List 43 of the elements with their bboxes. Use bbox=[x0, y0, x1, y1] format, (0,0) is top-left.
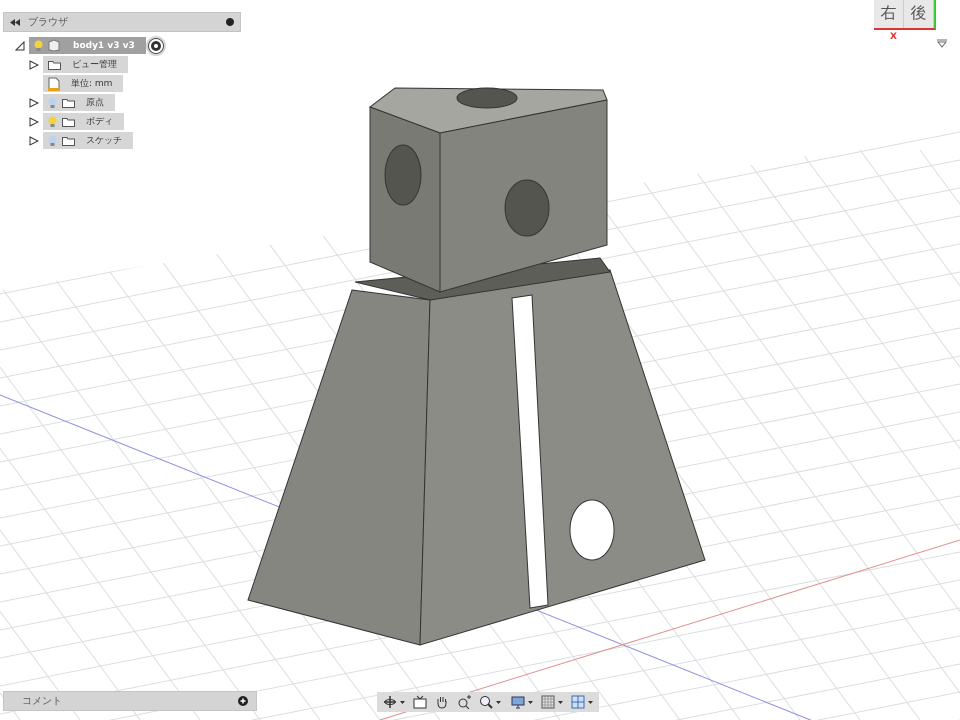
tree-item[interactable]: ビュー管理 bbox=[43, 56, 128, 73]
document-icon bbox=[48, 76, 60, 90]
monitor-icon bbox=[511, 695, 525, 709]
tree-item[interactable]: 原点 bbox=[43, 94, 115, 111]
cube-face[interactable]: 右 bbox=[874, 0, 904, 28]
magnifier-icon bbox=[479, 695, 493, 709]
cube-face[interactable]: 後 bbox=[904, 0, 934, 28]
expand-icon[interactable] bbox=[29, 116, 39, 126]
hand-icon bbox=[435, 695, 449, 709]
panel-title: ブラウザ bbox=[28, 16, 69, 29]
caret-icon bbox=[400, 700, 405, 704]
collapse-icon[interactable] bbox=[10, 18, 20, 26]
folder-icon bbox=[62, 136, 75, 146]
toolbar-button[interactable] bbox=[539, 694, 565, 710]
panel-title: コメント bbox=[22, 695, 63, 708]
caret-icon bbox=[496, 700, 501, 704]
toolbar-button[interactable] bbox=[509, 694, 535, 710]
caret-icon bbox=[588, 700, 593, 704]
tree-item[interactable]: スケッチ bbox=[43, 132, 133, 149]
minimize-icon[interactable] bbox=[226, 18, 234, 26]
tree-item[interactable]: 単位: mm bbox=[43, 75, 124, 92]
toolbar-button[interactable] bbox=[381, 694, 407, 710]
dropdown-icon[interactable] bbox=[936, 39, 948, 48]
toolbar-button[interactable] bbox=[411, 694, 429, 710]
toolbar-button[interactable] bbox=[477, 694, 503, 710]
folder-icon bbox=[62, 116, 75, 126]
component-icon bbox=[48, 39, 60, 52]
folder-icon bbox=[62, 98, 75, 108]
orbit-icon bbox=[383, 695, 397, 709]
axis-label: X bbox=[890, 32, 897, 42]
expand-icon[interactable] bbox=[29, 60, 39, 70]
viewports-icon bbox=[571, 695, 585, 709]
add-icon[interactable] bbox=[238, 696, 248, 706]
tree-item[interactable]: ボディ bbox=[43, 113, 124, 130]
caret-icon bbox=[528, 700, 533, 704]
grid-icon bbox=[541, 695, 555, 709]
expand-icon[interactable] bbox=[29, 98, 39, 108]
folder-icon bbox=[48, 60, 61, 70]
caret-icon bbox=[558, 700, 563, 704]
expand-icon[interactable] bbox=[29, 136, 39, 146]
expand-icon[interactable] bbox=[15, 40, 25, 50]
bracket-model-drawing[interactable] bbox=[247, 88, 706, 646]
zoom-in-icon bbox=[457, 695, 471, 709]
